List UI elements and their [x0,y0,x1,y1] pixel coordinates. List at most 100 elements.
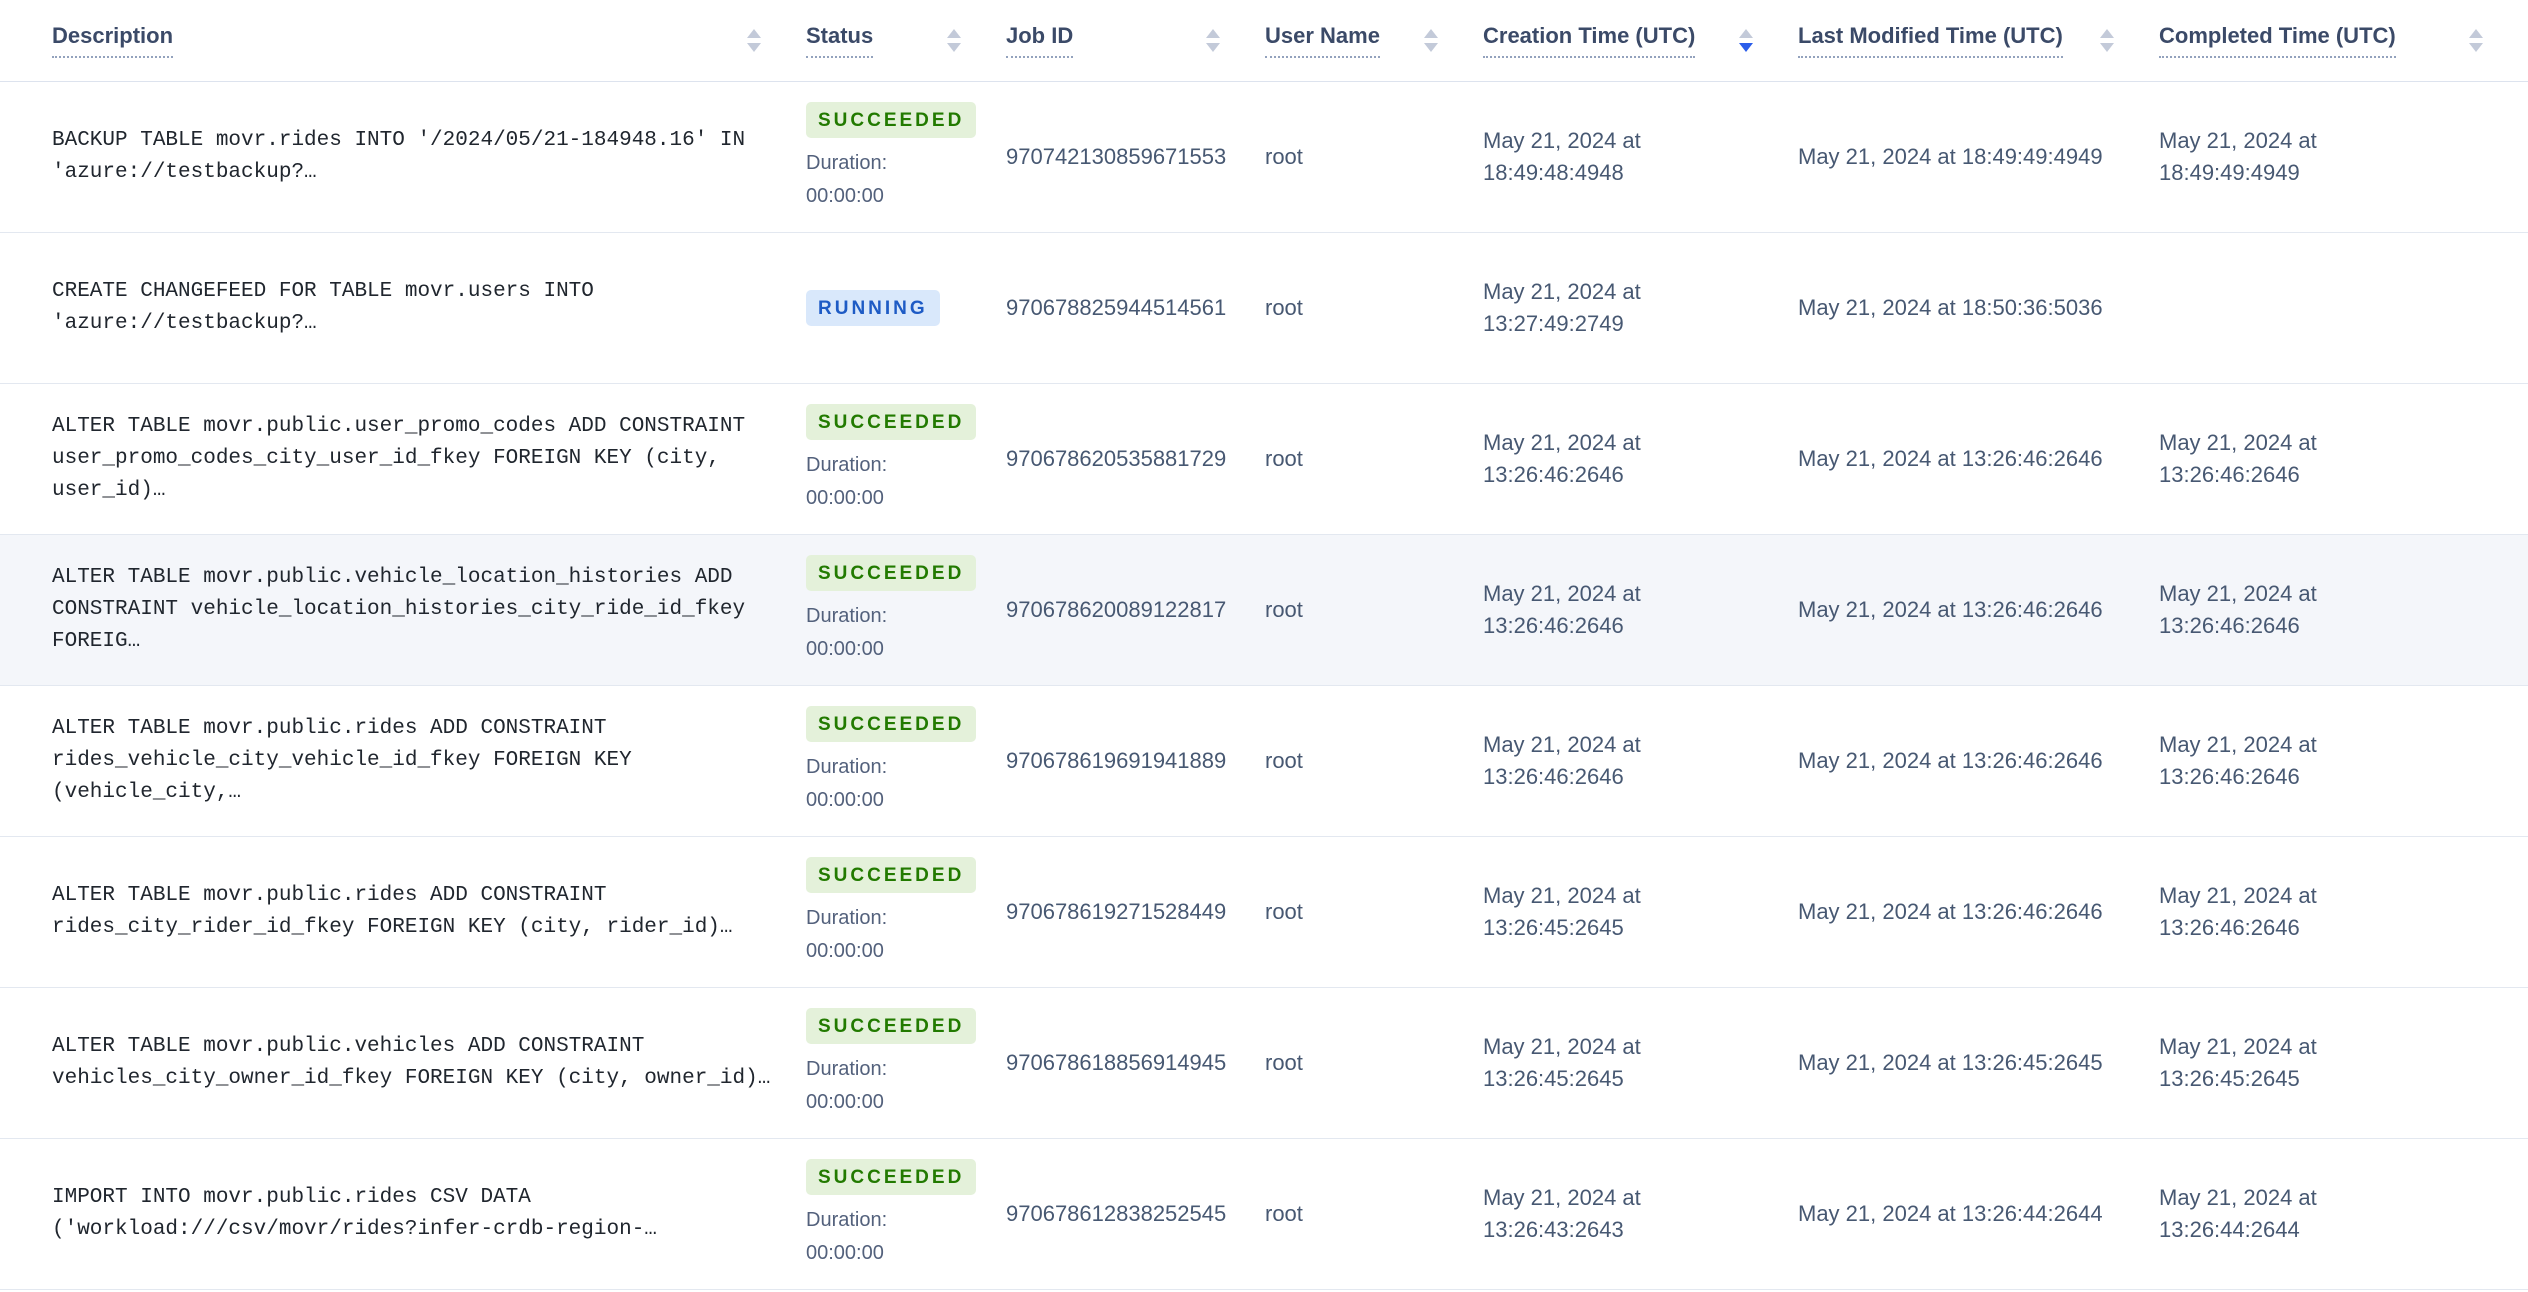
status-badge: SUCCEEDED [806,554,977,591]
completed-time: May 21, 2024 at 18:49:49:4949 [2159,128,2317,185]
completed-time: May 21, 2024 at 13:26:46:2646 [2159,430,2317,487]
last-modified-time: May 21, 2024 at 13:26:46:2646 [1798,899,2103,924]
job-status-cell: SUCCEEDED Duration: 00:00:00 [806,554,1006,666]
column-label[interactable]: Status [806,23,874,58]
duration-label: Duration: [806,906,888,929]
job-id: 970678620535881729 [1006,446,1227,471]
job-description[interactable]: BACKUP TABLE movr.rides INTO '/2024/05/2… [0,125,806,189]
job-id: 970678825944514561 [1006,295,1227,320]
duration-value: 00:00:00 [806,788,884,811]
table-row[interactable]: ALTER TABLE movr.public.vehicle_location… [0,535,2528,686]
job-description[interactable]: ALTER TABLE movr.public.rides ADD CONSTR… [0,713,806,809]
column-header-completed-time[interactable]: Completed Time (UTC) [2159,0,2528,81]
completed-time: May 21, 2024 at 13:26:46:2646 [2159,732,2317,789]
column-header-description[interactable]: Description [0,0,806,81]
column-header-job-id[interactable]: Job ID [1006,0,1265,81]
status-badge: SUCCEEDED [806,856,977,893]
user-name: root [1265,1201,1303,1226]
creation-time: May 21, 2024 at 13:26:43:2643 [1483,1185,1641,1242]
column-label[interactable]: Description [52,23,174,58]
completed-time: May 21, 2024 at 13:26:46:2646 [2159,883,2317,940]
status-badge: SUCCEEDED [806,705,977,742]
last-modified-time: May 21, 2024 at 13:26:45:2645 [1798,1050,2103,1075]
column-header-last-modified-time[interactable]: Last Modified Time (UTC) [1798,0,2159,81]
sort-icon[interactable] [1739,29,1753,52]
table-body: BACKUP TABLE movr.rides INTO '/2024/05/2… [0,82,2528,1290]
job-id: 970678618856914945 [1006,1050,1227,1075]
table-header-row: Description Status Job ID User Name Crea… [0,0,2528,82]
job-id: 970678620089122817 [1006,597,1227,622]
user-name: root [1265,597,1303,622]
duration-label: Duration: [806,1057,888,1080]
job-description[interactable]: IMPORT INTO movr.public.rides CSV DATA (… [0,1182,806,1246]
column-label[interactable]: Job ID [1006,23,1074,58]
column-label[interactable]: Completed Time (UTC) [2159,23,2396,58]
table-row[interactable]: ALTER TABLE movr.public.rides ADD CONSTR… [0,686,2528,837]
status-badge: SUCCEEDED [806,1007,977,1044]
last-modified-time: May 21, 2024 at 13:26:46:2646 [1798,748,2103,773]
status-badge: SUCCEEDED [806,101,977,138]
column-label[interactable]: Creation Time (UTC) [1483,23,1696,58]
creation-time: May 21, 2024 at 13:26:46:2646 [1483,430,1641,487]
user-name: root [1265,899,1303,924]
table-row[interactable]: ALTER TABLE movr.public.rides ADD CONSTR… [0,837,2528,988]
table-row[interactable]: ALTER TABLE movr.public.user_promo_codes… [0,384,2528,535]
last-modified-time: May 21, 2024 at 13:26:46:2646 [1798,597,2103,622]
duration-label: Duration: [806,755,888,778]
column-header-status[interactable]: Status [806,0,1006,81]
table-row[interactable]: BACKUP TABLE movr.rides INTO '/2024/05/2… [0,82,2528,233]
duration-label: Duration: [806,453,888,476]
job-status-cell: SUCCEEDED Duration: 00:00:00 [806,705,1006,817]
job-status-cell: SUCCEEDED Duration: 00:00:00 [806,1158,1006,1270]
job-description[interactable]: ALTER TABLE movr.public.vehicles ADD CON… [0,1031,806,1095]
table-row[interactable]: IMPORT INTO movr.public.rides CSV DATA (… [0,1139,2528,1290]
creation-time: May 21, 2024 at 13:27:49:2749 [1483,279,1641,336]
user-name: root [1265,295,1303,320]
job-status-cell: SUCCEEDED Duration: 00:00:00 [806,856,1006,968]
job-status-cell: SUCCEEDED Duration: 00:00:00 [806,1007,1006,1119]
column-header-user-name[interactable]: User Name [1265,0,1483,81]
job-status-cell: SUCCEEDED Duration: 00:00:00 [806,101,1006,213]
job-id: 970678612838252545 [1006,1201,1227,1226]
status-badge: RUNNING [806,290,940,326]
job-status-cell: RUNNING [806,290,1006,326]
job-description[interactable]: CREATE CHANGEFEED FOR TABLE movr.users I… [0,276,806,340]
last-modified-time: May 21, 2024 at 18:49:49:4949 [1798,144,2103,169]
user-name: root [1265,748,1303,773]
user-name: root [1265,1050,1303,1075]
sort-icon[interactable] [2469,29,2483,52]
column-label[interactable]: Last Modified Time (UTC) [1798,23,2063,58]
job-description[interactable]: ALTER TABLE movr.public.user_promo_codes… [0,411,806,507]
status-badge: SUCCEEDED [806,1158,977,1195]
job-description[interactable]: ALTER TABLE movr.public.vehicle_location… [0,562,806,658]
sort-icon[interactable] [2100,29,2114,52]
creation-time: May 21, 2024 at 18:49:48:4948 [1483,128,1641,185]
job-description[interactable]: ALTER TABLE movr.public.rides ADD CONSTR… [0,880,806,944]
duration-value: 00:00:00 [806,939,884,962]
creation-time: May 21, 2024 at 13:26:45:2645 [1483,1034,1641,1091]
completed-time: May 21, 2024 at 13:26:45:2645 [2159,1034,2317,1091]
last-modified-time: May 21, 2024 at 13:26:46:2646 [1798,446,2103,471]
last-modified-time: May 21, 2024 at 13:26:44:2644 [1798,1201,2103,1226]
creation-time: May 21, 2024 at 13:26:45:2645 [1483,883,1641,940]
sort-icon[interactable] [1424,29,1438,52]
sort-icon[interactable] [1206,29,1220,52]
column-label[interactable]: User Name [1265,23,1380,58]
sort-icon[interactable] [947,29,961,52]
last-modified-time: May 21, 2024 at 18:50:36:5036 [1798,295,2103,320]
sort-icon[interactable] [747,29,761,52]
duration-value: 00:00:00 [806,486,884,509]
completed-time: May 21, 2024 at 13:26:44:2644 [2159,1185,2317,1242]
duration-value: 00:00:00 [806,184,884,207]
column-header-creation-time[interactable]: Creation Time (UTC) [1483,0,1798,81]
table-row[interactable]: CREATE CHANGEFEED FOR TABLE movr.users I… [0,233,2528,384]
job-id: 970742130859671553 [1006,144,1227,169]
job-status-cell: SUCCEEDED Duration: 00:00:00 [806,403,1006,515]
table-row[interactable]: ALTER TABLE movr.public.vehicles ADD CON… [0,988,2528,1139]
duration-value: 00:00:00 [806,1241,884,1264]
user-name: root [1265,446,1303,471]
job-id: 970678619271528449 [1006,899,1227,924]
creation-time: May 21, 2024 at 13:26:46:2646 [1483,581,1641,638]
jobs-table: Description Status Job ID User Name Crea… [0,0,2528,1290]
user-name: root [1265,144,1303,169]
